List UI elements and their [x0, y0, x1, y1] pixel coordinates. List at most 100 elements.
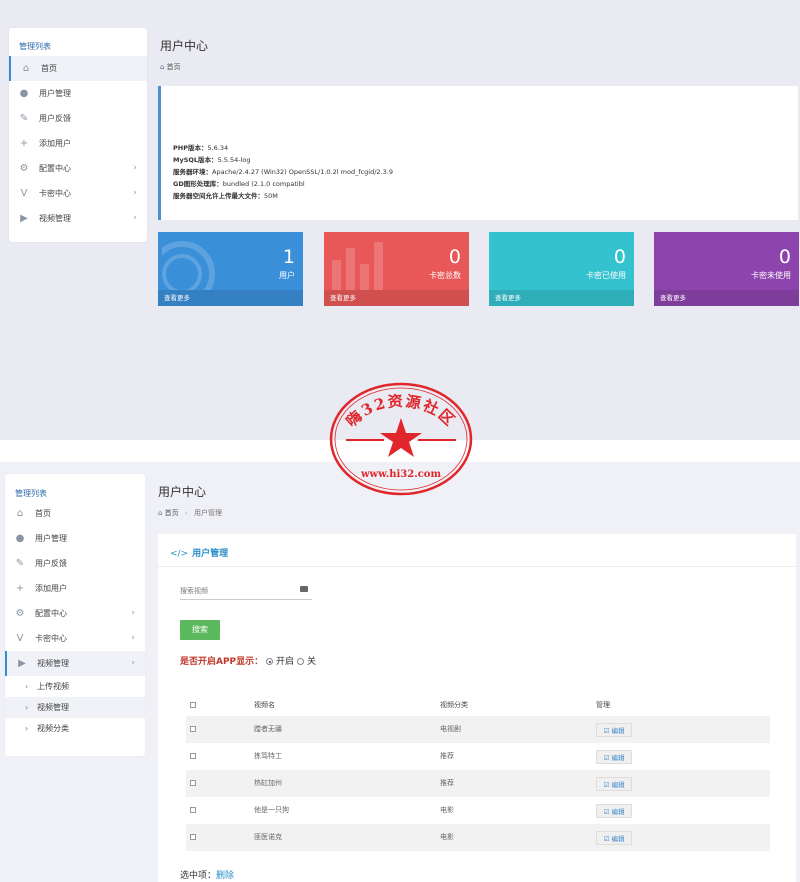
home-icon: ⌂: [158, 509, 165, 517]
stat-card-used-cards: 0 卡密已使用 查看更多: [489, 232, 634, 306]
table-row: 热缸加州 推荐 ☑ 编辑: [186, 770, 770, 797]
sidebar-item-card-center[interactable]: V 卡密中心 ›: [5, 626, 145, 651]
radio-off[interactable]: 关: [296, 657, 316, 667]
search-button[interactable]: 搜索: [180, 620, 220, 640]
breadcrumb: ⌂ 首页: [160, 62, 181, 72]
user-icon: ●: [19, 88, 29, 99]
sidebar-item-label: 首页: [35, 509, 51, 518]
selected-label: 选中项：: [180, 871, 217, 881]
chevron-right-icon: ›: [25, 703, 29, 712]
keyboard-icon: [300, 586, 308, 592]
row-checkbox[interactable]: [190, 743, 196, 770]
sidebar-subitem-label: 视频管理: [37, 703, 69, 712]
gd-library: GD图形处理库：bundled (2.1.0 compatibl: [173, 180, 305, 188]
home-icon: ⌂: [16, 508, 24, 519]
star-icon: [380, 418, 422, 457]
sidebar-item-user-manage[interactable]: ● 用户管理: [9, 81, 147, 106]
edit-button[interactable]: ☑ 编辑: [596, 777, 632, 791]
breadcrumb-home[interactable]: 首页: [167, 63, 181, 71]
sidebar-item-video[interactable]: ▶ 视频管理 ›: [9, 206, 147, 231]
edit-icon: ✎: [15, 558, 25, 569]
row-checkbox[interactable]: [190, 824, 196, 851]
sidebar-item-label: 用户管理: [35, 534, 67, 543]
mysql-version: MySQL版本：5.5.54-log: [173, 156, 251, 164]
sidebar-item-video[interactable]: ▶ 视频管理 ›: [5, 651, 145, 676]
page-title: 用户中心: [160, 39, 209, 53]
bar-chart-icon: [332, 242, 383, 290]
sidebar-item-user-manage[interactable]: ● 用户管理: [5, 526, 145, 551]
sidebar-item-add-user[interactable]: + 添加用户: [5, 576, 145, 601]
sidebar-item-card-center[interactable]: V 卡密中心 ›: [9, 181, 147, 206]
radio-on[interactable]: 开启: [266, 657, 294, 667]
stat-label: 卡密已使用: [586, 271, 626, 280]
sidebar-item-add-user[interactable]: + 添加用户: [9, 131, 147, 156]
chevron-right-icon: ›: [133, 188, 137, 198]
video-name: 热缸加州: [254, 779, 282, 787]
sidebar-item-label: 首页: [41, 64, 57, 73]
v-icon: V: [16, 633, 24, 644]
sidebar-item-config[interactable]: ⚙ 配置中心 ›: [9, 156, 147, 181]
sidebar-item-config[interactable]: ⚙ 配置中心 ›: [5, 601, 145, 626]
sidebar-item-feedback[interactable]: ✎ 用户反馈: [9, 106, 147, 131]
chevron-right-icon: ›: [131, 633, 135, 643]
view-more-link[interactable]: 查看更多: [324, 290, 469, 306]
user-add-icon: +: [15, 583, 25, 594]
server-environment: 服务器环境：Apache/2.4.27 (Win32) OpenSSL/1.0.…: [173, 168, 393, 176]
sidebar-item-label: 卡密中心: [35, 634, 67, 643]
video-table: 视频名 视频分类 管理 蹚者无疆 电视剧 ☑ 编辑 拣笃特工 推荐 ☑ 编辑 热…: [186, 694, 770, 851]
sidebar-subitem-label: 视频分类: [37, 724, 69, 733]
sidebar-subitem-video-manage[interactable]: › 视频管理: [5, 697, 145, 718]
divider: [158, 566, 796, 567]
radio-off-icon: [296, 658, 304, 665]
row-checkbox[interactable]: [190, 770, 196, 797]
video-category: 电影: [440, 806, 454, 814]
sidebar-subitem-label: 上传视频: [37, 682, 69, 691]
stat-value: 0: [448, 246, 461, 268]
view-more-link[interactable]: 查看更多: [489, 290, 634, 306]
chevron-right-icon: ›: [133, 213, 137, 223]
video-name: 蹚者无疆: [254, 725, 282, 733]
select-all-checkbox[interactable]: [190, 694, 196, 716]
table-header: 视频名 视频分类 管理: [186, 694, 770, 716]
sidebar-item-feedback[interactable]: ✎ 用户反馈: [5, 551, 145, 576]
edit-button[interactable]: ☑ 编辑: [596, 750, 632, 764]
sidebar-item-label: 添加用户: [35, 584, 67, 593]
search-input[interactable]: 搜索视频: [180, 582, 312, 600]
chevron-right-icon: ›: [131, 608, 135, 618]
edit-button[interactable]: ☑ 编辑: [596, 723, 632, 737]
sidebar-item-home[interactable]: ⌂ 首页: [5, 501, 145, 526]
breadcrumb-current: 用户管理: [193, 509, 222, 517]
view-more-link[interactable]: 查看更多: [158, 290, 303, 306]
delete-link[interactable]: 删除: [216, 871, 234, 881]
column-header: 管理: [596, 701, 610, 709]
php-version: PHP版本：5.6.34: [173, 144, 229, 152]
sidebar-item-label: 视频管理: [39, 214, 71, 223]
play-icon: ▶: [18, 658, 26, 669]
sidebar-item-label: 配置中心: [35, 609, 67, 618]
app-display-toggle: 是否开启APP显示： 开启 关: [180, 654, 316, 667]
app-display-label: 是否开启APP显示：: [180, 657, 264, 667]
row-checkbox[interactable]: [190, 797, 196, 824]
row-checkbox[interactable]: [190, 716, 196, 743]
column-header: 视频分类: [440, 701, 468, 709]
bulk-actions: 选中项：删除: [180, 868, 234, 881]
sidebar-item-label: 卡密中心: [39, 189, 71, 198]
sidebar-subitem-video-category[interactable]: › 视频分类: [5, 718, 145, 739]
home-icon: ⌂: [160, 63, 167, 71]
edit-button[interactable]: ☑ 编辑: [596, 831, 632, 845]
sidebar-item-label: 添加用户: [39, 139, 71, 148]
video-category: 推荐: [440, 752, 454, 760]
sidebar-subitem-upload-video[interactable]: › 上传视频: [5, 676, 145, 697]
sidebar-item-label: 视频管理: [37, 659, 69, 668]
video-category: 推荐: [440, 779, 454, 787]
sidebar-item-home[interactable]: ⌂ 首页: [9, 56, 147, 81]
radio-on-icon: [266, 658, 274, 665]
view-more-link[interactable]: 查看更多: [654, 290, 799, 306]
table-row: 蹚者无疆 电视剧 ☑ 编辑: [186, 716, 770, 743]
stat-value: 0: [613, 246, 626, 268]
video-name: 他是一只狗: [254, 806, 289, 814]
edit-button[interactable]: ☑ 编辑: [596, 804, 632, 818]
breadcrumb-home[interactable]: 首页: [165, 509, 179, 517]
stat-label: 卡密未使用: [751, 271, 791, 280]
stat-card-users: 1 用户 查看更多: [158, 232, 303, 306]
